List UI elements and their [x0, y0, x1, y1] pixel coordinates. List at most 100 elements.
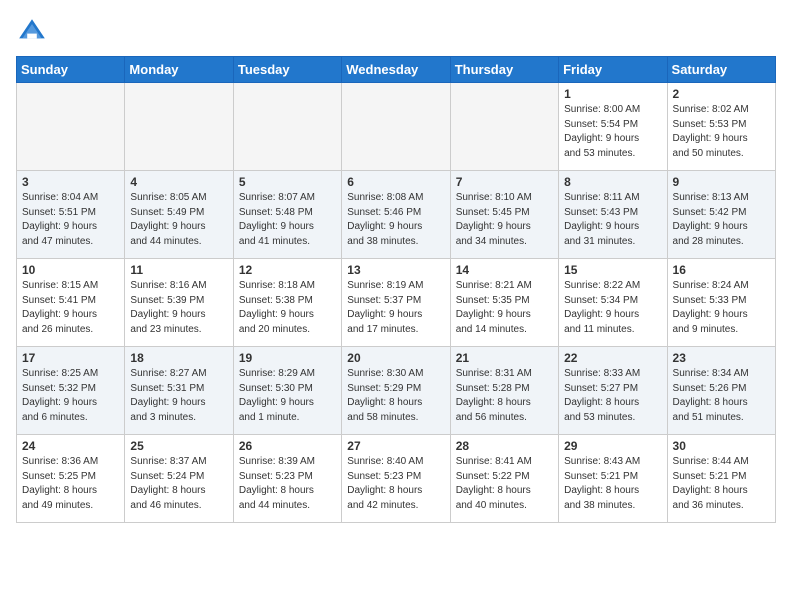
- logo: [16, 16, 52, 48]
- calendar-cell: 25 Sunrise: 8:37 AM Sunset: 5:24 PM Dayli…: [125, 435, 233, 523]
- calendar-week-row: 17Sunrise: 8:25 AM Sunset: 5:32 PM Dayli…: [17, 347, 776, 435]
- calendar-cell: 27 Sunrise: 8:40 AM Sunset: 5:23 PM Dayli…: [342, 435, 450, 523]
- calendar-cell: 1 Sunrise: 8:00 AM Sunset: 5:54 PM Daylig…: [559, 83, 667, 171]
- logo-icon: [16, 16, 48, 48]
- day-info: Sunrise: 8:07 AM Sunset: 5:48 PM Dayligh…: [239, 191, 336, 249]
- calendar-table: SundayMondayTuesdayWednesdayThursdayFrid…: [16, 56, 776, 523]
- weekday-header: Thursday: [450, 57, 558, 83]
- day-info: Sunrise: 8:39 AM Sunset: 5:23 PM Dayligh…: [239, 455, 336, 513]
- calendar-cell: 16Sunrise: 8:24 AM Sunset: 5:33 PM Dayli…: [667, 259, 775, 347]
- day-number: 3: [22, 175, 119, 189]
- day-info: Sunrise: 8:30 AM Sunset: 5:29 PM Dayligh…: [347, 367, 444, 425]
- day-info: Sunrise: 8:15 AM Sunset: 5:41 PM Dayligh…: [22, 279, 119, 337]
- day-number: 30: [673, 439, 770, 453]
- calendar-cell: 30 Sunrise: 8:44 AM Sunset: 5:21 PM Dayli…: [667, 435, 775, 523]
- calendar-cell: [342, 83, 450, 171]
- day-number: 6: [347, 175, 444, 189]
- calendar-cell: 15 Sunrise: 8:22 AM Sunset: 5:34 PM Dayli…: [559, 259, 667, 347]
- day-number: 13: [347, 263, 444, 277]
- calendar-cell: 21 Sunrise: 8:31 AM Sunset: 5:28 PM Dayli…: [450, 347, 558, 435]
- calendar-cell: 19 Sunrise: 8:29 AM Sunset: 5:30 PM Dayli…: [233, 347, 341, 435]
- day-number: 24: [22, 439, 119, 453]
- calendar-cell: [125, 83, 233, 171]
- day-info: Sunrise: 8:21 AM Sunset: 5:35 PM Dayligh…: [456, 279, 553, 337]
- calendar-cell: 4 Sunrise: 8:05 AM Sunset: 5:49 PM Daylig…: [125, 171, 233, 259]
- day-info: Sunrise: 8:36 AM Sunset: 5:25 PM Dayligh…: [22, 455, 119, 513]
- calendar-cell: 10 Sunrise: 8:15 AM Sunset: 5:41 PM Dayli…: [17, 259, 125, 347]
- day-info: Sunrise: 8:43 AM Sunset: 5:21 PM Dayligh…: [564, 455, 661, 513]
- day-number: 20: [347, 351, 444, 365]
- calendar-cell: 12Sunrise: 8:18 AM Sunset: 5:38 PM Dayli…: [233, 259, 341, 347]
- day-info: Sunrise: 8:40 AM Sunset: 5:23 PM Dayligh…: [347, 455, 444, 513]
- weekday-header: Friday: [559, 57, 667, 83]
- calendar-cell: 29Sunrise: 8:43 AM Sunset: 5:21 PM Dayli…: [559, 435, 667, 523]
- day-info: Sunrise: 8:19 AM Sunset: 5:37 PM Dayligh…: [347, 279, 444, 337]
- day-info: Sunrise: 8:08 AM Sunset: 5:46 PM Dayligh…: [347, 191, 444, 249]
- calendar-week-row: 10 Sunrise: 8:15 AM Sunset: 5:41 PM Dayli…: [17, 259, 776, 347]
- day-number: 22: [564, 351, 661, 365]
- day-info: Sunrise: 8:34 AM Sunset: 5:26 PM Dayligh…: [673, 367, 770, 425]
- day-number: 21: [456, 351, 553, 365]
- weekday-header: Monday: [125, 57, 233, 83]
- day-number: 12: [239, 263, 336, 277]
- calendar-cell: 11 Sunrise: 8:16 AM Sunset: 5:39 PM Dayli…: [125, 259, 233, 347]
- day-number: 26: [239, 439, 336, 453]
- day-info: Sunrise: 8:22 AM Sunset: 5:34 PM Dayligh…: [564, 279, 661, 337]
- day-number: 28: [456, 439, 553, 453]
- calendar-cell: 14 Sunrise: 8:21 AM Sunset: 5:35 PM Dayli…: [450, 259, 558, 347]
- day-info: Sunrise: 8:02 AM Sunset: 5:53 PM Dayligh…: [673, 103, 770, 161]
- weekday-header: Saturday: [667, 57, 775, 83]
- calendar-cell: 9Sunrise: 8:13 AM Sunset: 5:42 PM Daylig…: [667, 171, 775, 259]
- calendar-cell: 7Sunrise: 8:10 AM Sunset: 5:45 PM Daylig…: [450, 171, 558, 259]
- day-info: Sunrise: 8:29 AM Sunset: 5:30 PM Dayligh…: [239, 367, 336, 425]
- calendar-cell: 13 Sunrise: 8:19 AM Sunset: 5:37 PM Dayli…: [342, 259, 450, 347]
- day-number: 1: [564, 87, 661, 101]
- day-info: Sunrise: 8:44 AM Sunset: 5:21 PM Dayligh…: [673, 455, 770, 513]
- page-header: [16, 16, 776, 48]
- day-info: Sunrise: 8:31 AM Sunset: 5:28 PM Dayligh…: [456, 367, 553, 425]
- day-number: 15: [564, 263, 661, 277]
- day-number: 23: [673, 351, 770, 365]
- day-number: 11: [130, 263, 227, 277]
- calendar-cell: 17Sunrise: 8:25 AM Sunset: 5:32 PM Dayli…: [17, 347, 125, 435]
- day-info: Sunrise: 8:10 AM Sunset: 5:45 PM Dayligh…: [456, 191, 553, 249]
- calendar-cell: 20 Sunrise: 8:30 AM Sunset: 5:29 PM Dayli…: [342, 347, 450, 435]
- day-info: Sunrise: 8:16 AM Sunset: 5:39 PM Dayligh…: [130, 279, 227, 337]
- calendar-cell: 3 Sunrise: 8:04 AM Sunset: 5:51 PM Daylig…: [17, 171, 125, 259]
- day-info: Sunrise: 8:05 AM Sunset: 5:49 PM Dayligh…: [130, 191, 227, 249]
- day-number: 2: [673, 87, 770, 101]
- day-number: 25: [130, 439, 227, 453]
- day-info: Sunrise: 8:04 AM Sunset: 5:51 PM Dayligh…: [22, 191, 119, 249]
- day-number: 17: [22, 351, 119, 365]
- day-number: 27: [347, 439, 444, 453]
- day-number: 8: [564, 175, 661, 189]
- calendar-cell: 5 Sunrise: 8:07 AM Sunset: 5:48 PM Daylig…: [233, 171, 341, 259]
- weekday-header: Tuesday: [233, 57, 341, 83]
- day-number: 10: [22, 263, 119, 277]
- calendar-cell: [450, 83, 558, 171]
- calendar-cell: 28 Sunrise: 8:41 AM Sunset: 5:22 PM Dayli…: [450, 435, 558, 523]
- calendar-cell: 22Sunrise: 8:33 AM Sunset: 5:27 PM Dayli…: [559, 347, 667, 435]
- day-number: 19: [239, 351, 336, 365]
- day-number: 14: [456, 263, 553, 277]
- day-number: 18: [130, 351, 227, 365]
- calendar-cell: 26 Sunrise: 8:39 AM Sunset: 5:23 PM Dayli…: [233, 435, 341, 523]
- calendar-cell: [233, 83, 341, 171]
- day-info: Sunrise: 8:27 AM Sunset: 5:31 PM Dayligh…: [130, 367, 227, 425]
- calendar-week-row: 1 Sunrise: 8:00 AM Sunset: 5:54 PM Daylig…: [17, 83, 776, 171]
- day-info: Sunrise: 8:11 AM Sunset: 5:43 PM Dayligh…: [564, 191, 661, 249]
- day-info: Sunrise: 8:41 AM Sunset: 5:22 PM Dayligh…: [456, 455, 553, 513]
- calendar-cell: 2 Sunrise: 8:02 AM Sunset: 5:53 PM Daylig…: [667, 83, 775, 171]
- day-info: Sunrise: 8:37 AM Sunset: 5:24 PM Dayligh…: [130, 455, 227, 513]
- day-number: 5: [239, 175, 336, 189]
- day-info: Sunrise: 8:00 AM Sunset: 5:54 PM Dayligh…: [564, 103, 661, 161]
- calendar-week-row: 24 Sunrise: 8:36 AM Sunset: 5:25 PM Dayli…: [17, 435, 776, 523]
- calendar-cell: 18 Sunrise: 8:27 AM Sunset: 5:31 PM Dayli…: [125, 347, 233, 435]
- calendar-cell: [17, 83, 125, 171]
- weekday-header: Wednesday: [342, 57, 450, 83]
- day-info: Sunrise: 8:24 AM Sunset: 5:33 PM Dayligh…: [673, 279, 770, 337]
- day-number: 4: [130, 175, 227, 189]
- day-info: Sunrise: 8:13 AM Sunset: 5:42 PM Dayligh…: [673, 191, 770, 249]
- calendar-cell: 24 Sunrise: 8:36 AM Sunset: 5:25 PM Dayli…: [17, 435, 125, 523]
- calendar-header-row: SundayMondayTuesdayWednesdayThursdayFrid…: [17, 57, 776, 83]
